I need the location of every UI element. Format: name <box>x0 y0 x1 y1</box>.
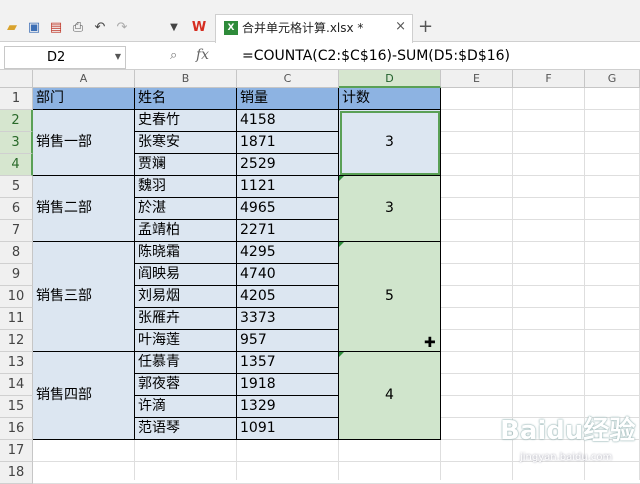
save-icon[interactable]: ▣ <box>26 20 42 36</box>
new-tab-button[interactable]: + <box>418 18 433 36</box>
column-header-g[interactable]: G <box>585 70 640 88</box>
fx-icon[interactable]: fx <box>196 47 209 63</box>
name-cell[interactable]: 郭夜蓉 <box>135 374 237 396</box>
dropdown-icon[interactable]: ▼ <box>166 20 182 36</box>
row-header-7[interactable]: 7 <box>0 220 33 242</box>
count-cell[interactable]: 3 <box>339 176 441 242</box>
column-header-d[interactable]: D <box>339 70 441 88</box>
sales-cell[interactable]: 1871 <box>237 132 339 154</box>
row-header-14[interactable]: 14 <box>0 374 33 396</box>
watermark: Baidu经验 jingyan.baidu.com <box>500 410 640 476</box>
select-all-corner[interactable] <box>0 70 33 88</box>
name-cell[interactable]: 范语琴 <box>135 418 237 440</box>
error-indicator-icon <box>339 176 344 181</box>
watermark-site: jingyan.baidu.com <box>520 452 613 463</box>
row-header-4[interactable]: 4 <box>0 154 33 176</box>
error-indicator-icon <box>339 242 344 247</box>
column-header-a[interactable]: A <box>33 70 135 88</box>
name-cell[interactable]: 孟靖柏 <box>135 220 237 242</box>
name-cell[interactable]: 张雁卉 <box>135 308 237 330</box>
undo-icon[interactable]: ↶ <box>92 20 108 36</box>
pdf-icon[interactable]: ▤ <box>48 20 64 36</box>
name-cell[interactable]: 刘易烟 <box>135 286 237 308</box>
name-cell[interactable]: 许滴 <box>135 396 237 418</box>
column-header-f[interactable]: F <box>513 70 585 88</box>
row-header-12[interactable]: 12 <box>0 330 33 352</box>
formula-input[interactable]: =COUNTA(C2:$C$16)-SUM(D5:$D$16) <box>242 48 510 64</box>
header-cell[interactable]: 计数 <box>339 88 441 110</box>
chevron-down-icon[interactable]: ▼ <box>115 52 121 61</box>
row-header-2[interactable]: 2 <box>0 110 33 132</box>
active-count-cell[interactable]: 3 <box>339 110 441 176</box>
name-cell[interactable]: 张寒安 <box>135 132 237 154</box>
row-header-18[interactable]: 18 <box>0 462 33 484</box>
row-header-16[interactable]: 16 <box>0 418 33 440</box>
row-header-11[interactable]: 11 <box>0 308 33 330</box>
sales-cell[interactable]: 1329 <box>237 396 339 418</box>
quick-access-toolbar: ▰ ▣ ▤ ⎙ ↶ ↷ ▼ W X 合并单元格计算.xlsx * × + <box>0 0 640 43</box>
row-header-1[interactable]: 1 <box>0 88 33 110</box>
sales-cell[interactable]: 4205 <box>237 286 339 308</box>
sales-cell[interactable]: 957 <box>237 330 339 352</box>
sales-cell[interactable]: 4295 <box>237 242 339 264</box>
document-tab-title: 合并单元格计算.xlsx * <box>242 21 364 35</box>
row-header-10[interactable]: 10 <box>0 286 33 308</box>
row-header-8[interactable]: 8 <box>0 242 33 264</box>
count-cell[interactable]: 4 <box>339 352 441 440</box>
sales-cell[interactable]: 1918 <box>237 374 339 396</box>
row-header-17[interactable]: 17 <box>0 440 33 462</box>
sales-cell[interactable]: 2271 <box>237 220 339 242</box>
sales-cell[interactable]: 3373 <box>237 308 339 330</box>
document-tab[interactable]: X 合并单元格计算.xlsx * × <box>215 14 413 43</box>
excel-file-icon: X <box>224 21 238 35</box>
name-cell[interactable]: 陈晓霜 <box>135 242 237 264</box>
sales-cell[interactable]: 1121 <box>237 176 339 198</box>
name-box-value: D2 <box>47 50 66 65</box>
header-cell[interactable]: 姓名 <box>135 88 237 110</box>
sales-cell[interactable]: 1091 <box>237 418 339 440</box>
department-cell[interactable]: 销售一部 <box>33 110 135 176</box>
name-cell[interactable]: 任慕青 <box>135 352 237 374</box>
close-tab-icon[interactable]: × <box>395 20 406 34</box>
name-cell[interactable]: 贾斓 <box>135 154 237 176</box>
row-header-15[interactable]: 15 <box>0 396 33 418</box>
cross-cursor-icon: ✚ <box>424 335 436 351</box>
name-cell[interactable]: 於湛 <box>135 198 237 220</box>
name-cell[interactable]: 叶海莲 <box>135 330 237 352</box>
sales-cell[interactable]: 4158 <box>237 110 339 132</box>
row-header-9[interactable]: 9 <box>0 264 33 286</box>
row-header-3[interactable]: 3 <box>0 132 33 154</box>
name-cell[interactable]: 史春竹 <box>135 110 237 132</box>
watermark-brand: Baidu经验 <box>500 416 636 446</box>
header-cell[interactable]: 销量 <box>237 88 339 110</box>
row-header-13[interactable]: 13 <box>0 352 33 374</box>
department-cell[interactable]: 销售四部 <box>33 352 135 440</box>
column-header-e[interactable]: E <box>441 70 513 88</box>
search-icon[interactable]: ⌕ <box>170 48 177 63</box>
name-cell[interactable]: 魏羽 <box>135 176 237 198</box>
error-indicator-icon <box>339 352 344 357</box>
sales-cell[interactable]: 2529 <box>237 154 339 176</box>
print-icon[interactable]: ⎙ <box>70 20 86 36</box>
department-cell[interactable]: 销售三部 <box>33 242 135 352</box>
name-box[interactable]: D2 ▼ <box>4 46 126 69</box>
sales-cell[interactable]: 1357 <box>237 352 339 374</box>
column-header-c[interactable]: C <box>237 70 339 88</box>
formula-bar: D2 ▼ ⌕ fx =COUNTA(C2:$C$16)-SUM(D5:$D$16… <box>0 43 640 70</box>
department-cell[interactable]: 销售二部 <box>33 176 135 242</box>
header-cell[interactable]: 部门 <box>33 88 135 110</box>
wps-logo-icon[interactable]: W <box>190 20 208 36</box>
row-header-6[interactable]: 6 <box>0 198 33 220</box>
folder-open-icon[interactable]: ▰ <box>4 20 20 36</box>
column-header-b[interactable]: B <box>135 70 237 88</box>
row-header-5[interactable]: 5 <box>0 176 33 198</box>
sales-cell[interactable]: 4965 <box>237 198 339 220</box>
sales-cell[interactable]: 4740 <box>237 264 339 286</box>
redo-icon[interactable]: ↷ <box>114 20 130 36</box>
name-cell[interactable]: 阎映易 <box>135 264 237 286</box>
